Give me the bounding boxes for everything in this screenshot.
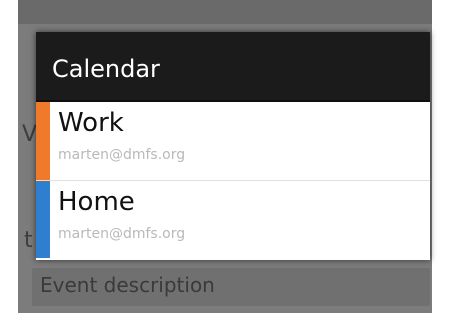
calendar-item-home[interactable]: Home marten@dmfs.org (36, 180, 430, 258)
calendar-list: Work marten@dmfs.org Home marten@dmfs.or… (36, 102, 430, 258)
background-partial-letter: t (24, 228, 33, 253)
screen: V t Event description Calendar Work mart… (0, 0, 450, 313)
dialog-header: Calendar (36, 32, 430, 102)
calendar-account: marten@dmfs.org (58, 226, 186, 242)
calendar-item-work[interactable]: Work marten@dmfs.org (36, 102, 430, 180)
calendar-color-strip (36, 181, 50, 258)
background-top-bar (18, 0, 432, 24)
dialog-title: Calendar (52, 55, 160, 83)
calendar-name: Home (58, 187, 135, 217)
calendar-account: marten@dmfs.org (58, 147, 186, 163)
calendar-name: Work (58, 108, 124, 138)
background-partial-letter: V (22, 122, 38, 147)
calendar-picker-dialog: Calendar Work marten@dmfs.org Home marte… (36, 32, 430, 260)
calendar-color-strip (36, 102, 50, 180)
event-description-placeholder: Event description (40, 273, 215, 297)
